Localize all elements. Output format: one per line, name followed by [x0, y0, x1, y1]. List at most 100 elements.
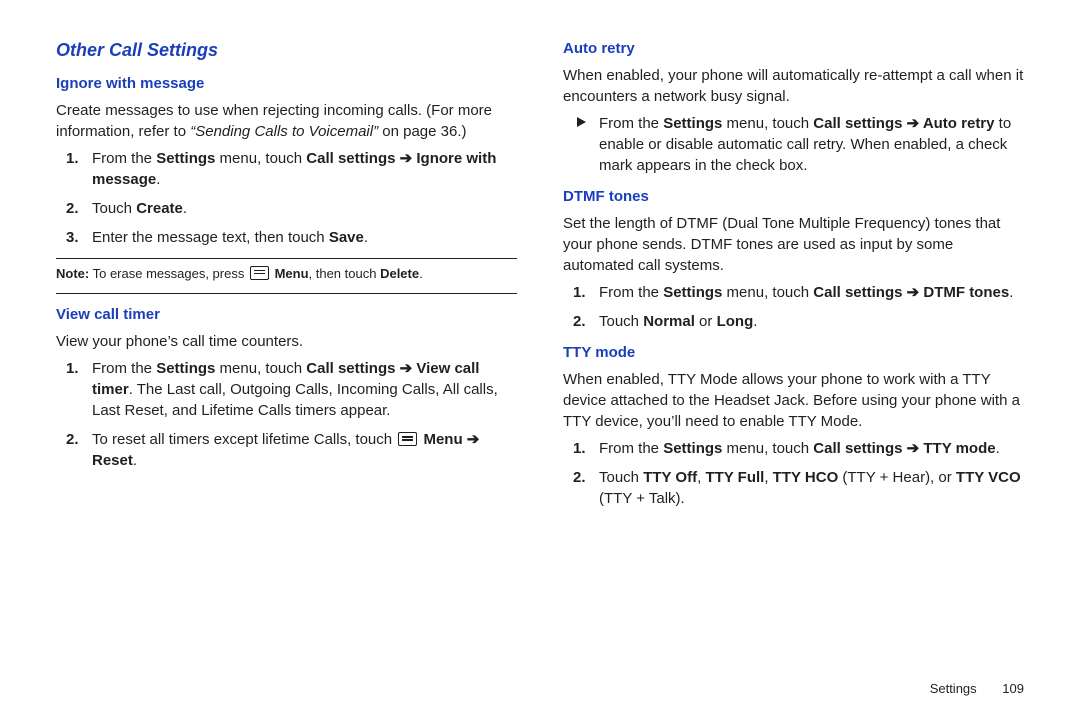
- arrow-icon: ➔: [400, 150, 413, 167]
- text: menu, touch: [215, 150, 306, 167]
- text: Touch: [599, 469, 643, 486]
- note: Note: To erase messages, press Menu, the…: [56, 265, 517, 283]
- text: , then touch: [309, 266, 381, 281]
- text: or: [695, 313, 717, 330]
- bullet-item: From the Settings menu, touch Call setti…: [563, 113, 1024, 176]
- text: .: [1009, 284, 1013, 301]
- bold: Call settings: [306, 360, 399, 377]
- bold: Call settings: [306, 150, 399, 167]
- menu-icon: [398, 432, 417, 446]
- text: .: [183, 200, 187, 217]
- bold: Normal: [643, 313, 695, 330]
- text: menu, touch: [722, 440, 813, 457]
- left-column: Other Call Settings Ignore with message …: [56, 38, 517, 517]
- text: . The Last call, Outgoing Calls, Incomin…: [92, 381, 498, 419]
- step: Enter the message text, then touch Save.: [92, 227, 517, 248]
- divider: [56, 258, 517, 259]
- bold: Note:: [56, 266, 89, 281]
- text: From the: [599, 440, 663, 457]
- bold: Call settings: [813, 284, 906, 301]
- bold: Settings: [663, 284, 722, 301]
- step: Touch TTY Off, TTY Full, TTY HCO (TTY + …: [599, 467, 1024, 509]
- footer-section: Settings: [930, 681, 977, 696]
- bold: Call settings: [813, 115, 906, 132]
- sub-heading-autoretry: Auto retry: [563, 38, 1024, 59]
- bold: TTY Full: [705, 469, 764, 486]
- text: .: [364, 229, 368, 246]
- text: .: [996, 440, 1000, 457]
- manual-page: Other Call Settings Ignore with message …: [0, 0, 1080, 720]
- text: on page 36.): [378, 123, 466, 140]
- bold: TTY Off: [643, 469, 697, 486]
- arrow-icon: ➔: [907, 440, 920, 457]
- sub-heading-ignore: Ignore with message: [56, 73, 517, 94]
- text: menu, touch: [722, 284, 813, 301]
- paragraph: View your phone’s call time counters.: [56, 331, 517, 352]
- text: .: [156, 171, 160, 188]
- step: From the Settings menu, touch Call setti…: [599, 282, 1024, 303]
- text: From the: [92, 360, 156, 377]
- text: .: [753, 313, 757, 330]
- bold: Auto retry: [919, 115, 994, 132]
- text: (TTY + Hear), or: [838, 469, 956, 486]
- text: menu, touch: [215, 360, 306, 377]
- menu-icon: [250, 266, 269, 280]
- arrow-icon: ➔: [907, 284, 920, 301]
- reference-italic: “Sending Calls to Voicemail”: [190, 123, 378, 140]
- paragraph: Set the length of DTMF (Dual Tone Multip…: [563, 213, 1024, 276]
- step: To reset all timers except lifetime Call…: [92, 429, 517, 471]
- bold: Menu: [419, 431, 467, 448]
- sub-heading-dtmf: DTMF tones: [563, 186, 1024, 207]
- bold: Reset: [92, 452, 133, 469]
- right-column: Auto retry When enabled, your phone will…: [563, 38, 1024, 517]
- text: ,: [764, 469, 772, 486]
- steps-list: From the Settings menu, touch Call setti…: [563, 282, 1024, 332]
- steps-list: From the Settings menu, touch Call setti…: [56, 358, 517, 471]
- section-heading: Other Call Settings: [56, 38, 517, 63]
- bold: Create: [136, 200, 183, 217]
- bold: Delete: [380, 266, 419, 281]
- bold: Long: [717, 313, 754, 330]
- bold: Save: [329, 229, 364, 246]
- bold: Call settings: [813, 440, 906, 457]
- arrow-icon: ➔: [467, 431, 480, 448]
- paragraph: When enabled, TTY Mode allows your phone…: [563, 369, 1024, 432]
- step: Touch Create.: [92, 198, 517, 219]
- paragraph: Create messages to use when rejecting in…: [56, 100, 517, 142]
- paragraph: When enabled, your phone will automatica…: [563, 65, 1024, 107]
- text: From the: [92, 150, 156, 167]
- bold: TTY VCO: [956, 469, 1021, 486]
- sub-heading-tty: TTY mode: [563, 342, 1024, 363]
- page-number: 109: [1002, 681, 1024, 696]
- text: To reset all timers except lifetime Call…: [92, 431, 396, 448]
- text: From the: [599, 284, 663, 301]
- text: Touch: [92, 200, 136, 217]
- bold: Settings: [156, 150, 215, 167]
- step: From the Settings menu, touch Call setti…: [92, 358, 517, 421]
- bold: TTY HCO: [773, 469, 839, 486]
- divider: [56, 293, 517, 294]
- bold: Settings: [663, 115, 722, 132]
- bold: TTY mode: [919, 440, 995, 457]
- text: .: [419, 266, 423, 281]
- bold: DTMF tones: [919, 284, 1009, 301]
- text: To erase messages, press: [89, 266, 248, 281]
- sub-heading-timer: View call timer: [56, 304, 517, 325]
- step: Touch Normal or Long.: [599, 311, 1024, 332]
- arrow-icon: ➔: [400, 360, 413, 377]
- text: (TTY + Talk).: [599, 490, 685, 507]
- step: From the Settings menu, touch Call setti…: [92, 148, 517, 190]
- bold: Menu: [271, 266, 309, 281]
- bold: Settings: [663, 440, 722, 457]
- text: Enter the message text, then touch: [92, 229, 329, 246]
- steps-list: From the Settings menu, touch Call setti…: [56, 148, 517, 248]
- triangle-icon: [577, 117, 586, 127]
- arrow-icon: ➔: [907, 115, 920, 132]
- step: From the Settings menu, touch Call setti…: [599, 438, 1024, 459]
- text: Touch: [599, 313, 643, 330]
- text: From the: [599, 115, 663, 132]
- bold: Settings: [156, 360, 215, 377]
- steps-list: From the Settings menu, touch Call setti…: [563, 438, 1024, 509]
- text: menu, touch: [722, 115, 813, 132]
- text: .: [133, 452, 137, 469]
